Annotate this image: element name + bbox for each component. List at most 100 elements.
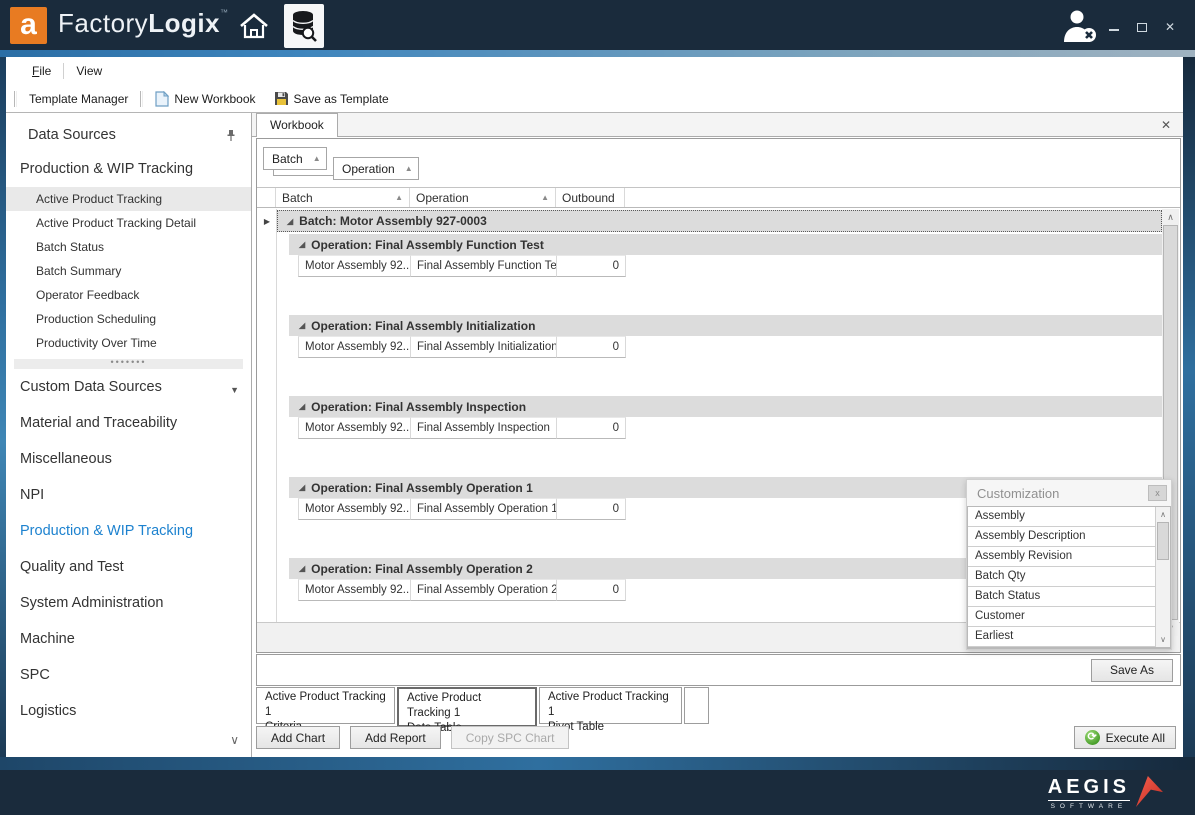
cell-outbound[interactable]: 0 bbox=[557, 417, 626, 439]
user-logout-icon bbox=[1060, 9, 1102, 43]
table-row[interactable]: Motor Assembly 92... Final Assembly Insp… bbox=[298, 417, 1180, 439]
batch-group-header[interactable]: ◢ Batch: Motor Assembly 927-0003 bbox=[277, 210, 1162, 232]
table-row[interactable]: Motor Assembly 92... Final Assembly Init… bbox=[298, 336, 1180, 358]
collapse-group-icon[interactable]: ◢ bbox=[299, 321, 305, 330]
collapse-group-icon[interactable]: ◢ bbox=[299, 483, 305, 492]
scroll-up-icon[interactable]: ∧ bbox=[1162, 209, 1179, 225]
add-report-button[interactable]: Add Report bbox=[350, 726, 441, 749]
copy-spc-chart-button: Copy SPC Chart bbox=[451, 726, 570, 749]
cell-operation[interactable]: Final Assembly Initialization bbox=[411, 336, 557, 358]
save-as-template-button[interactable]: Save as Template bbox=[268, 89, 395, 108]
sidebar-section-npi[interactable]: NPI bbox=[6, 477, 251, 513]
sidebar-section-custom-data-sources[interactable]: Custom Data Sources bbox=[6, 369, 251, 405]
scroll-down-icon[interactable]: ∨ bbox=[1156, 632, 1170, 647]
cell-batch[interactable]: Motor Assembly 92... bbox=[298, 255, 411, 277]
new-workbook-button[interactable]: New Workbook bbox=[149, 89, 261, 109]
home-button[interactable] bbox=[234, 6, 274, 46]
row-indicator-icon: ▶ bbox=[264, 217, 270, 226]
sidebar-section-logistics[interactable]: Logistics bbox=[6, 693, 251, 729]
sidebar-group-header[interactable]: Production & WIP Tracking bbox=[6, 153, 251, 187]
column-header-operation[interactable]: Operation ▲ bbox=[410, 188, 556, 207]
aegis-tagline: SOFTWARE bbox=[1051, 803, 1128, 810]
group-by-operation-label: Operation bbox=[342, 162, 395, 176]
tab-criteria[interactable]: Active Product Tracking 1 Criteria bbox=[256, 687, 395, 724]
column-header-batch[interactable]: Batch ▲ bbox=[276, 188, 410, 207]
field-customer[interactable]: Customer bbox=[968, 607, 1155, 627]
execute-all-button[interactable]: ⟳ Execute All bbox=[1074, 726, 1176, 749]
group-by-batch-label: Batch bbox=[272, 152, 303, 166]
cell-operation[interactable]: Final Assembly Operation 2 bbox=[411, 579, 557, 601]
sidebar-section-system-administration[interactable]: System Administration bbox=[6, 585, 251, 621]
data-explorer-button[interactable] bbox=[284, 4, 324, 48]
tab-close-icon[interactable]: ✕ bbox=[1161, 118, 1171, 132]
customization-close-button[interactable]: x bbox=[1148, 485, 1167, 501]
field-assembly[interactable]: Assembly bbox=[968, 507, 1155, 527]
sidebar-section-quality-and-test[interactable]: Quality and Test bbox=[6, 549, 251, 585]
operation-group-label: Operation: Final Assembly Function Test bbox=[311, 238, 544, 252]
cell-batch[interactable]: Motor Assembly 92... bbox=[298, 336, 411, 358]
pin-icon[interactable] bbox=[225, 129, 237, 142]
field-batch-status[interactable]: Batch Status bbox=[968, 587, 1155, 607]
scrollbar-thumb[interactable] bbox=[1157, 522, 1169, 560]
menu-file[interactable]: File bbox=[22, 61, 61, 81]
cell-outbound[interactable]: 0 bbox=[557, 498, 626, 520]
save-as-button[interactable]: Save As bbox=[1091, 659, 1173, 682]
tab-pivot-table[interactable]: Active Product Tracking 1 Pivot Table bbox=[539, 687, 682, 724]
sort-ascending-icon: ▲ bbox=[541, 193, 549, 202]
sidebar-item-batch-summary[interactable]: Batch Summary bbox=[6, 259, 251, 283]
new-document-icon bbox=[155, 91, 169, 107]
collapse-group-icon[interactable]: ◢ bbox=[287, 217, 293, 226]
chevron-down-icon[interactable]: ∨ bbox=[230, 733, 239, 747]
scroll-up-icon[interactable]: ∧ bbox=[1156, 507, 1170, 522]
sidebar-section-production-wip-tracking[interactable]: Production & WIP Tracking bbox=[6, 513, 251, 549]
batch-group-row[interactable]: ▶ ◢ Batch: Motor Assembly 927-0003 bbox=[257, 210, 1180, 232]
menu-view[interactable]: View bbox=[66, 61, 112, 81]
cell-batch[interactable]: Motor Assembly 92... bbox=[298, 498, 411, 520]
customization-scrollbar[interactable]: ∧ ∨ bbox=[1155, 507, 1170, 647]
sidebar-item-active-product-tracking-detail[interactable]: Active Product Tracking Detail bbox=[6, 211, 251, 235]
maximize-button[interactable] bbox=[1135, 20, 1149, 34]
sidebar-section-miscellaneous[interactable]: Miscellaneous bbox=[6, 441, 251, 477]
cell-outbound[interactable]: 0 bbox=[557, 255, 626, 277]
template-manager-button[interactable]: Template Manager bbox=[23, 90, 134, 108]
scroll-down-icon[interactable]: ▼ bbox=[230, 385, 239, 395]
sidebar-section-spc[interactable]: SPC bbox=[6, 657, 251, 693]
close-button[interactable]: ✕ bbox=[1163, 20, 1177, 34]
field-earliest[interactable]: Earliest bbox=[968, 627, 1155, 647]
cell-batch[interactable]: Motor Assembly 92... bbox=[298, 579, 411, 601]
field-batch-qty[interactable]: Batch Qty bbox=[968, 567, 1155, 587]
operation-group-header[interactable]: ◢ Operation: Final Assembly Function Tes… bbox=[289, 234, 1162, 255]
cell-batch[interactable]: Motor Assembly 92... bbox=[298, 417, 411, 439]
field-assembly-description[interactable]: Assembly Description bbox=[968, 527, 1155, 547]
collapse-group-icon[interactable]: ◢ bbox=[299, 240, 305, 249]
cell-outbound[interactable]: 0 bbox=[557, 579, 626, 601]
sidebar-item-operator-feedback[interactable]: Operator Feedback bbox=[6, 283, 251, 307]
field-assembly-revision[interactable]: Assembly Revision bbox=[968, 547, 1155, 567]
table-row[interactable]: Motor Assembly 92... Final Assembly Func… bbox=[298, 255, 1180, 277]
tab-workbook[interactable]: Workbook bbox=[256, 113, 338, 137]
add-chart-button[interactable]: Add Chart bbox=[256, 726, 340, 749]
cell-operation[interactable]: Final Assembly Function Test bbox=[411, 255, 557, 277]
group-by-operation-button[interactable]: Operation ▲ bbox=[333, 157, 419, 180]
sidebar-item-active-product-tracking[interactable]: Active Product Tracking bbox=[6, 187, 251, 211]
sidebar-section-machine[interactable]: Machine bbox=[6, 621, 251, 657]
collapse-group-icon[interactable]: ◢ bbox=[299, 402, 305, 411]
sidebar-item-productivity-over-time[interactable]: Productivity Over Time bbox=[6, 331, 251, 355]
scrollbar-track[interactable] bbox=[1156, 560, 1170, 632]
sidebar-splitter-handle[interactable]: ••••••• bbox=[14, 359, 243, 369]
cell-operation[interactable]: Final Assembly Operation 1 bbox=[411, 498, 557, 520]
logout-user-button[interactable] bbox=[1058, 8, 1104, 44]
group-by-batch-button[interactable]: Batch ▲ bbox=[263, 147, 327, 170]
cell-operation[interactable]: Final Assembly Inspection bbox=[411, 417, 557, 439]
collapse-group-icon[interactable]: ◢ bbox=[299, 564, 305, 573]
operation-group-header[interactable]: ◢ Operation: Final Assembly Inspection bbox=[289, 396, 1162, 417]
tab-data-table[interactable]: Active Product Tracking 1 Data Table bbox=[397, 687, 537, 727]
sidebar-item-batch-status[interactable]: Batch Status bbox=[6, 235, 251, 259]
cell-outbound[interactable]: 0 bbox=[557, 336, 626, 358]
minimize-button[interactable] bbox=[1107, 20, 1121, 34]
sidebar-item-production-scheduling[interactable]: Production Scheduling bbox=[6, 307, 251, 331]
column-header-outbound[interactable]: Outbound bbox=[556, 188, 625, 207]
sidebar-section-material-and-traceability[interactable]: Material and Traceability bbox=[6, 405, 251, 441]
tab-new[interactable] bbox=[684, 687, 709, 724]
operation-group-header[interactable]: ◢ Operation: Final Assembly Initializati… bbox=[289, 315, 1162, 336]
